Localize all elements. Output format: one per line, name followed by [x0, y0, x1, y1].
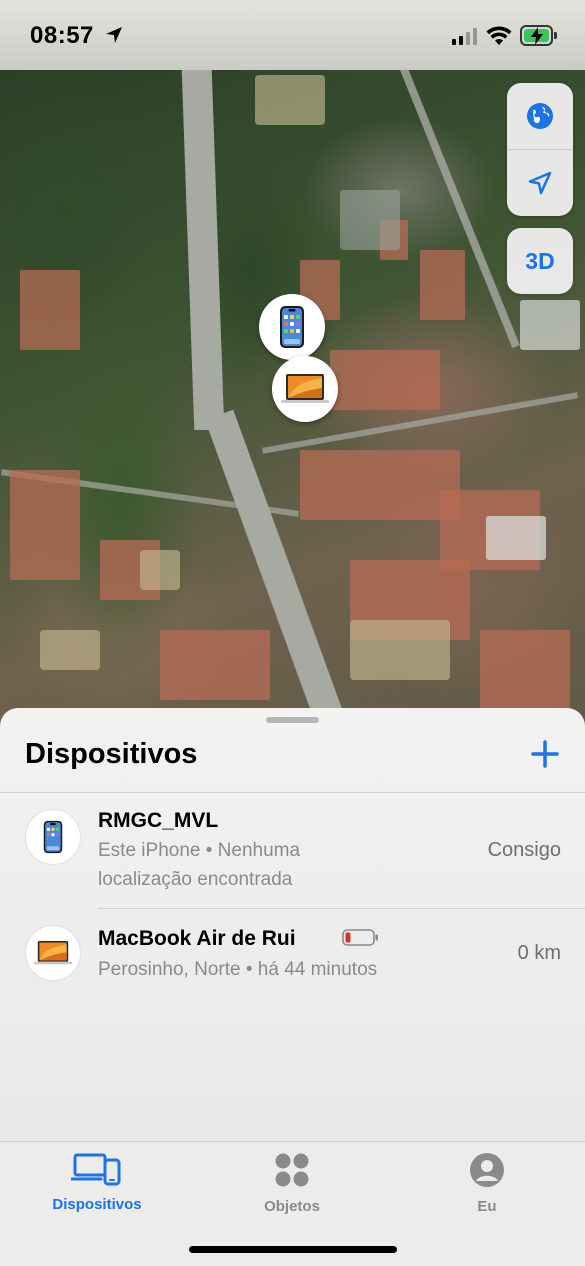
device-avatar-macbook [26, 926, 80, 980]
location-arrow-icon [528, 171, 552, 195]
map-controls [507, 83, 573, 216]
iphone-icon [43, 820, 63, 854]
status-time: 08:57 [30, 22, 94, 49]
building-block [10, 470, 80, 580]
cellular-signal-icon [452, 28, 477, 45]
industrial-roof [520, 300, 580, 350]
open-field [255, 75, 325, 125]
building-block [330, 350, 440, 410]
map-type-button[interactable] [507, 83, 573, 149]
location-services-icon [106, 27, 122, 43]
home-indicator[interactable] [189, 1246, 397, 1253]
globe-icon [527, 103, 553, 129]
tab-objetos[interactable]: Objetos [227, 1152, 357, 1215]
macbook-icon [33, 941, 73, 965]
building-block [300, 450, 460, 520]
battery-cap [554, 32, 557, 39]
device-distance: 0 km [517, 942, 561, 964]
device-name: MacBook Air de Rui [98, 927, 296, 950]
sheet-title: Dispositivos [25, 738, 198, 770]
tab-eu[interactable]: Eu [422, 1152, 552, 1215]
device-avatar-iphone [26, 810, 80, 864]
open-field [350, 620, 450, 680]
person-icon [470, 1153, 504, 1187]
items-icon [275, 1153, 309, 1187]
building-block [160, 630, 270, 700]
highway [181, 70, 225, 430]
tab-label: Dispositivos [52, 1196, 142, 1213]
building-block [480, 630, 570, 710]
iphone-map-pin[interactable] [259, 294, 325, 360]
open-field [40, 630, 100, 670]
tab-label: Eu [477, 1198, 497, 1215]
open-field [140, 550, 180, 590]
charging-bolt-icon [531, 27, 543, 45]
row-separator [98, 908, 585, 909]
tab-bar: Dispositivos Objetos Eu [0, 1141, 585, 1266]
iphone-icon [280, 306, 304, 348]
plus-icon[interactable] [527, 736, 563, 772]
device-row-iphone[interactable]: RMGC_MVL Este iPhone • Nenhuma localizaç… [0, 806, 585, 906]
device-row-macbook[interactable]: MacBook Air de Rui Perosinho, Norte • há… [0, 924, 585, 1004]
industrial-roof [486, 516, 546, 560]
sheet-grabber[interactable] [266, 717, 319, 723]
status-bar: 08:57 [0, 0, 585, 70]
macbook-icon [281, 374, 329, 403]
3d-toggle-button[interactable]: 3D [507, 228, 573, 294]
tab-label: Objetos [264, 1198, 320, 1215]
macbook-map-pin[interactable] [272, 356, 338, 422]
device-name: RMGC_MVL [98, 809, 219, 832]
low-battery-icon [342, 929, 378, 946]
device-subtitle: Este iPhone • Nenhuma localização encont… [98, 840, 301, 890]
header-separator [0, 792, 585, 793]
wifi-icon [486, 26, 512, 45]
building-block [20, 270, 80, 350]
device-subtitle: Perosinho, Norte • há 44 minutos [98, 959, 378, 980]
building-block [420, 250, 465, 320]
device-distance: Consigo [487, 839, 561, 861]
industrial-area [340, 190, 400, 250]
locate-me-button[interactable] [507, 150, 573, 216]
devices-icon [71, 1153, 121, 1186]
tab-dispositivos[interactable]: Dispositivos [32, 1152, 162, 1213]
